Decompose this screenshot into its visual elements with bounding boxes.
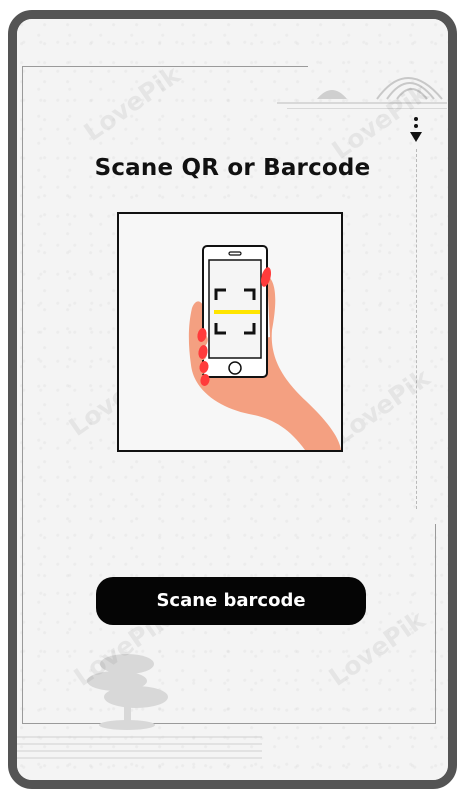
phone-frame: LovePik LovePik LovePik LovePik LovePik …	[8, 10, 457, 789]
page-title: Scane QR or Barcode	[94, 155, 371, 181]
scan-barcode-button[interactable]: Scane barcode	[96, 577, 366, 625]
phone-qr-scan-illustration-icon	[188, 245, 341, 450]
scan-illustration-box	[117, 212, 343, 452]
